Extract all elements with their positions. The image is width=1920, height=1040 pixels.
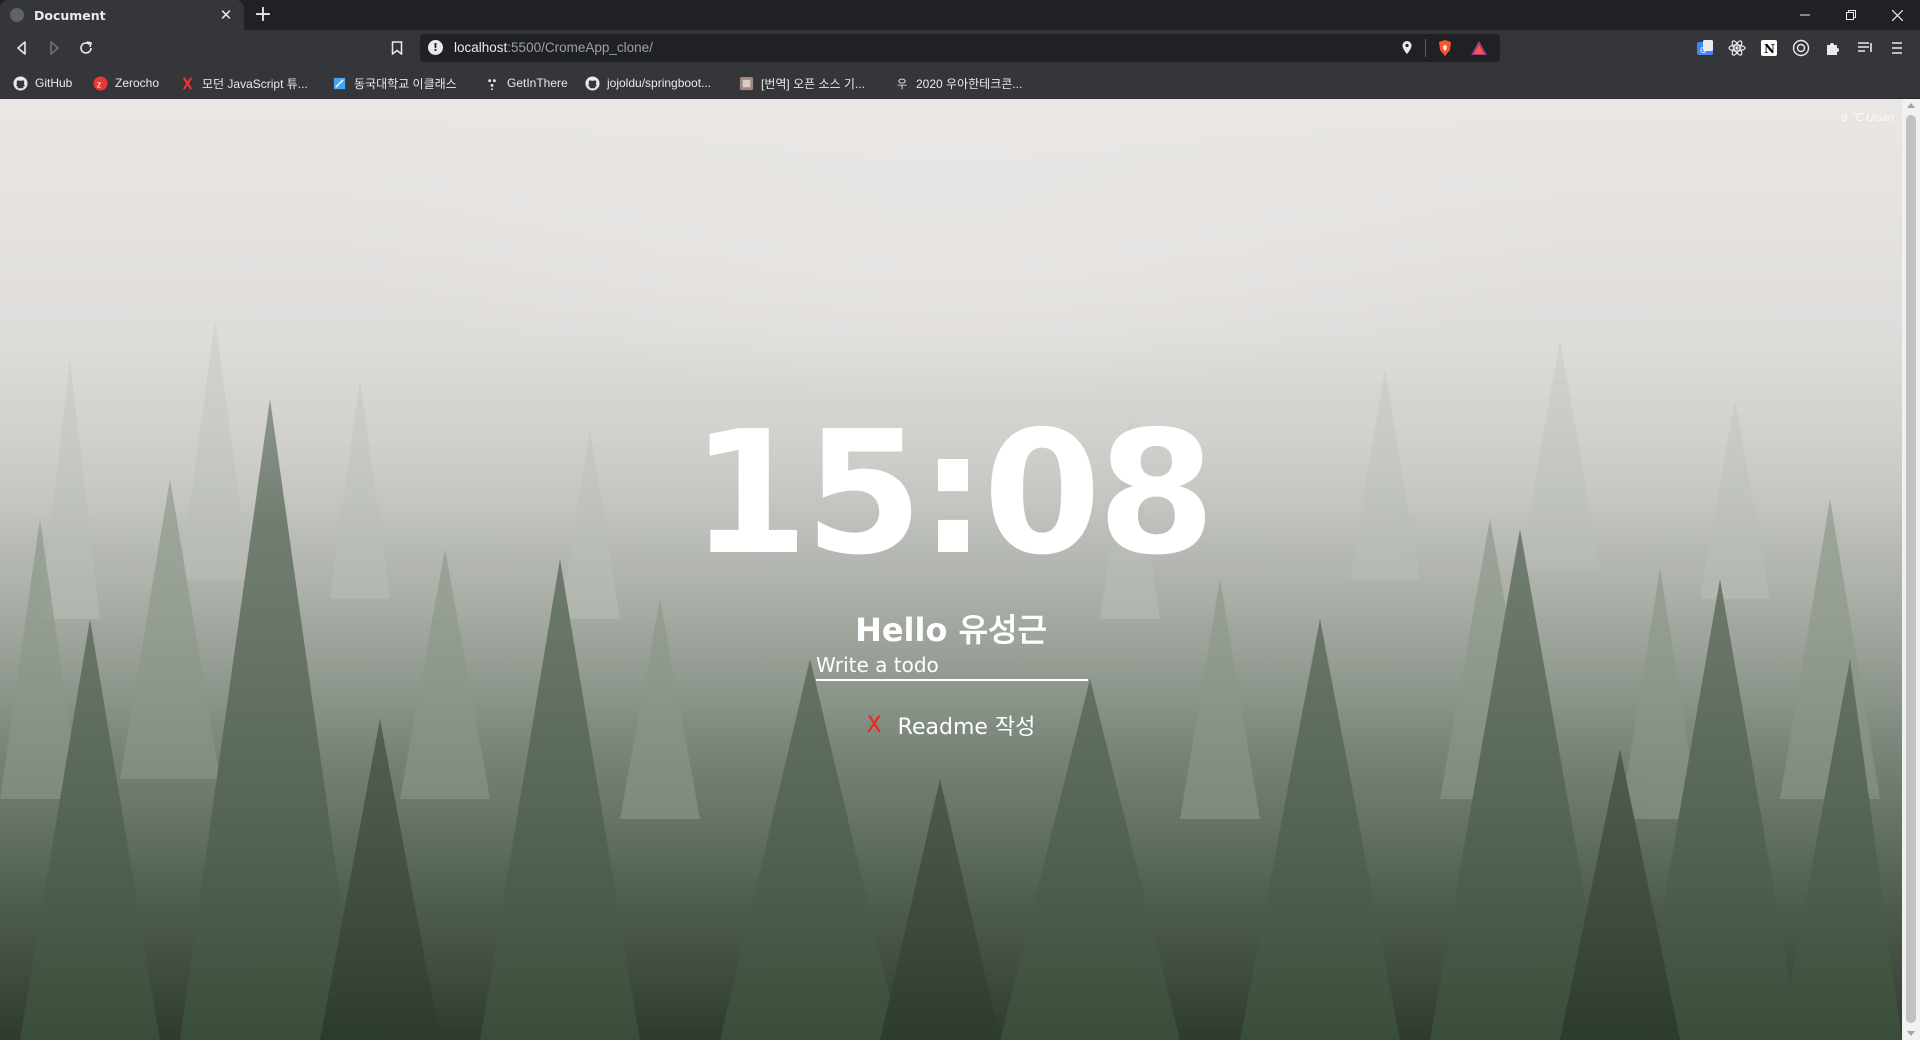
minimize-icon [1800, 14, 1810, 16]
getinthere-icon [488, 78, 496, 90]
javascript-icon [182, 76, 193, 90]
svg-text:z: z [97, 79, 102, 89]
svg-text:N: N [1764, 42, 1775, 56]
menu-icon[interactable] [1888, 39, 1906, 57]
bookmark-label: 동국대학교 이클래스 [354, 76, 457, 91]
site-info-icon[interactable]: ! [428, 40, 443, 55]
reload-button[interactable] [74, 36, 98, 60]
scrollbar-thumb[interactable] [1906, 115, 1916, 1023]
reading-list-icon[interactable] [1856, 39, 1874, 57]
github-icon [13, 75, 28, 91]
bookmark-label: 모던 JavaScript 튜... [202, 76, 308, 91]
forward-button[interactable] [42, 36, 66, 60]
github-icon [585, 75, 600, 91]
svg-text:G: G [1700, 46, 1706, 55]
globe-icon [10, 8, 24, 22]
bookmark-label: jojoldu/springboot... [607, 76, 712, 90]
weather-text: 9 ℃ Ulsan [1841, 112, 1894, 124]
bookmark-label: GetInThere [507, 76, 568, 90]
bookmark-label: Zerocho [115, 76, 160, 90]
bookmark-label: [번역] 오픈 소스 기... [761, 76, 865, 91]
bookmark-eclass[interactable]: 동국대학교 이클래스 [332, 74, 457, 92]
tab-strip: Document ✕ + [0, 0, 1920, 30]
restore-button[interactable] [1828, 0, 1874, 30]
bookmark-javascript-info[interactable]: 모던 JavaScript 튜... [180, 74, 308, 92]
url-text[interactable]: localhost:5500/CromeApp_clone/ [454, 40, 653, 55]
extensions-puzzle-icon[interactable] [1824, 39, 1842, 57]
clock: 15:08 [690, 395, 1215, 593]
translate-extension-icon[interactable]: G [1696, 39, 1714, 57]
bookmark-jojoldu-springboot[interactable]: jojoldu/springboot... [585, 74, 711, 92]
scroll-up-icon[interactable] [1907, 103, 1915, 108]
bookmark-woowacon[interactable]: 우 2020 우아한테크콘... [894, 74, 1022, 92]
restore-icon [1846, 10, 1856, 20]
close-tab-icon[interactable]: ✕ [218, 6, 234, 24]
bookmark-getinthere[interactable]: GetInThere [485, 74, 568, 92]
bookmark-zerocho[interactable]: z Zerocho [93, 74, 159, 92]
woowa-icon: 우 [897, 78, 907, 91]
record-extension-icon[interactable] [1792, 39, 1810, 57]
close-icon [1891, 9, 1903, 21]
close-window-button[interactable] [1874, 0, 1920, 30]
svg-text:우: 우 [897, 78, 907, 91]
browser-toolbar: ! localhost:5500/CromeApp_clone/ G N [0, 30, 1920, 66]
omnibox-divider [1425, 39, 1426, 57]
scroll-down-icon[interactable] [1907, 1031, 1915, 1036]
article-icon [739, 76, 754, 90]
back-icon [17, 41, 26, 55]
bookmark-label: GitHub [35, 76, 73, 90]
brave-rewards-icon[interactable] [1470, 40, 1488, 56]
bookmark-label: 2020 우아한테크콘... [916, 76, 1023, 91]
notion-icon[interactable]: N [1760, 39, 1778, 57]
location-pin-icon[interactable] [1401, 40, 1413, 56]
delete-todo-button[interactable]: X [867, 713, 882, 738]
scrollbar[interactable] [1902, 99, 1920, 1040]
forward-icon [50, 41, 59, 55]
todo-list: X Readme 작성 [0, 709, 1902, 741]
greeting: Hello 유성근 [855, 611, 1047, 649]
address-bar[interactable]: ! localhost:5500/CromeApp_clone/ [420, 34, 1500, 62]
tab-document[interactable]: Document ✕ [0, 0, 244, 30]
new-tab-button[interactable]: + [251, 3, 275, 27]
bookmarks-bar: GitHub z Zerocho 모던 JavaScript 튜... 동국대학… [0, 66, 1920, 99]
zerocho-icon: z [93, 75, 108, 91]
minimize-button[interactable] [1782, 0, 1828, 30]
reload-icon [80, 41, 92, 54]
todo-text: Readme 작성 [897, 715, 1036, 740]
todo-form [816, 651, 1088, 683]
eclass-icon [333, 77, 346, 89]
page-viewport: 9 ℃ Ulsan 15:08 Hello 유성근 X Readme 작성 [0, 99, 1902, 1040]
back-button[interactable] [10, 36, 34, 60]
bookmark-opensource-article[interactable]: [번역] 오픈 소스 기... [739, 74, 865, 92]
list-item: X Readme 작성 [867, 709, 1036, 741]
bookmark-page-button[interactable] [385, 36, 409, 60]
react-devtools-icon[interactable] [1728, 39, 1746, 57]
tab-title: Document [34, 7, 106, 23]
bookmark-github[interactable]: GitHub [13, 74, 72, 92]
brave-shields-icon[interactable] [1436, 39, 1454, 57]
bookmark-icon [391, 41, 403, 55]
todo-input[interactable] [816, 651, 1088, 681]
